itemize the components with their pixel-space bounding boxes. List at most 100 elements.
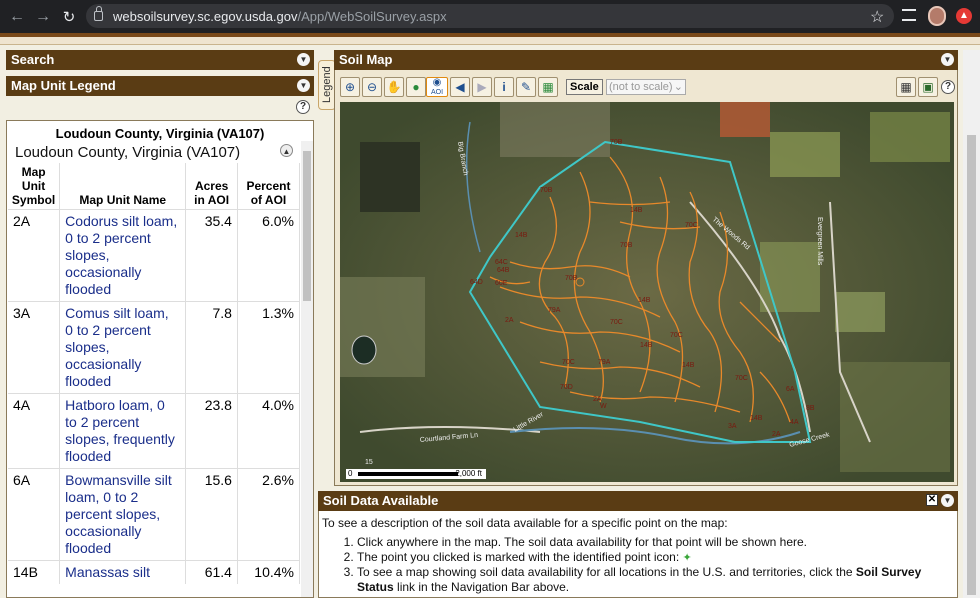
unit-label: 79A <box>598 359 611 366</box>
globe-icon[interactable]: ● <box>406 77 426 97</box>
scrollbar-thumb[interactable] <box>303 151 311 301</box>
unit-label: 60E <box>495 280 508 287</box>
table-row: 4A Hatboro loam, 0 to 2 percent slopes, … <box>8 393 301 469</box>
sda-step-3-text-b: link in the Navigation Bar above. <box>397 580 570 594</box>
scale-select[interactable]: (not to scale) ⌄ <box>606 79 686 95</box>
unit-label: 8B <box>806 405 815 412</box>
table-row: 14B Manassas silt 61.4 10.4% <box>8 560 301 584</box>
unit-percent: 4.0% <box>237 393 301 469</box>
soil-map-canvas[interactable]: 70B 70B 14B 70C 70B 14B 64C 64B 60E 64D … <box>340 102 954 482</box>
aoi-tool[interactable]: ◉ AOI <box>426 77 448 97</box>
unit-name-link[interactable]: Bowmansville silt loam, 0 to 2 percent s… <box>59 468 187 561</box>
bookmark-star-icon[interactable]: ☆ <box>870 7 884 27</box>
sda-step-1: Click anywhere in the map. The soil data… <box>357 535 952 550</box>
unit-label: 64C <box>495 259 508 266</box>
reload-icon[interactable]: ↻ <box>56 8 82 26</box>
unit-symbol: 4A <box>8 393 61 469</box>
unit-symbol: 3A <box>8 301 61 394</box>
unit-label: 14B <box>515 232 528 239</box>
scalebar-bar <box>358 472 458 476</box>
zoom-in-icon[interactable]: ⊕ <box>340 77 360 97</box>
column-header: Acres in AOI <box>185 163 238 210</box>
back-arrow-icon[interactable]: ◀ <box>450 77 470 97</box>
unit-symbol: 14B <box>8 560 61 584</box>
info-icon[interactable]: i <box>494 77 514 97</box>
scalebar-end: 2,000 ft <box>455 469 482 478</box>
extension-icon[interactable]: ▲ <box>956 8 972 24</box>
unit-label: 70C <box>685 222 698 229</box>
unit-acres: 61.4 <box>185 560 238 584</box>
unit-name-link[interactable]: Codorus silt loam, 0 to 2 percent slopes… <box>59 209 187 302</box>
unit-label: 2A <box>505 317 514 324</box>
county-subheader[interactable]: Loudoun County, Virginia (VA107) ▲ <box>7 141 313 163</box>
playlist-icon[interactable] <box>902 9 916 21</box>
table-row: 2A Codorus silt loam, 0 to 2 percent slo… <box>8 209 301 302</box>
column-header: Map Unit Name <box>59 163 187 210</box>
search-header-label: Search <box>11 52 55 67</box>
profile-avatar[interactable] <box>928 6 946 26</box>
forward-arrow-icon[interactable]: → <box>30 8 56 26</box>
unit-label: 70C <box>670 332 683 339</box>
unit-acres: 15.6 <box>185 468 238 561</box>
back-arrow-icon[interactable]: ← <box>4 8 30 26</box>
unit-name-link[interactable]: Hatboro loam, 0 to 2 percent slopes, fre… <box>59 393 187 469</box>
road-label: Evergreen Mills <box>816 217 823 266</box>
unit-label: 64D <box>470 279 483 286</box>
forward-arrow-icon[interactable]: ▶ <box>472 77 492 97</box>
grid-view-icon[interactable]: ▦ <box>896 77 916 97</box>
pan-hand-icon[interactable]: ✋ <box>384 77 404 97</box>
chevron-down-icon: ⌄ <box>673 81 683 93</box>
help-icon[interactable]: ? <box>296 100 310 114</box>
soil-map-header[interactable]: Soil Map ▼ <box>334 50 958 70</box>
close-icon[interactable]: ✕ <box>926 494 938 506</box>
scale-button[interactable]: Scale <box>566 79 603 95</box>
legend-scrollbar[interactable] <box>301 141 313 597</box>
unit-label: 14B <box>638 297 651 304</box>
chevron-down-icon[interactable]: ▼ <box>297 79 310 92</box>
unit-symbol: 6A <box>8 468 61 561</box>
unit-label: 14B <box>682 362 695 369</box>
county-subtitle: Loudoun County, Virginia (VA107) <box>15 144 241 161</box>
unit-label: W <box>600 403 607 410</box>
unit-label: 6A <box>786 386 795 393</box>
unit-label: 76D <box>560 384 573 391</box>
unit-label: 79A <box>548 307 561 314</box>
sda-step-3: To see a map showing soil data availabil… <box>357 565 952 595</box>
legend-panel-header[interactable]: Map Unit Legend ▼ <box>6 76 314 96</box>
chevron-down-icon[interactable]: ▼ <box>297 53 310 66</box>
scrollbar-thumb[interactable] <box>967 135 976 595</box>
sda-intro: To see a description of the soil data av… <box>322 516 728 530</box>
printable-map-icon[interactable]: ▣ <box>918 77 938 97</box>
unit-name-link[interactable]: Manassas silt <box>59 560 187 584</box>
help-icon[interactable]: ? <box>941 80 955 94</box>
sda-step-3-text-a: To see a map showing soil data availabil… <box>357 565 853 579</box>
page-scrollbar[interactable] <box>963 50 980 598</box>
scalebar-start: 0 <box>348 469 353 478</box>
layers-icon[interactable]: ▦ <box>538 77 558 97</box>
unit-percent: 1.3% <box>237 301 301 394</box>
aoi-label: AOI <box>430 89 444 96</box>
table-row: 6A Bowmansville silt loam, 0 to 2 percen… <box>8 468 301 561</box>
unit-label: 70C <box>735 375 748 382</box>
map-toolbar: ⊕ ⊖ ✋ ● ◉ AOI ◀ ▶ i ✎ ▦ Scale (not to sca… <box>340 74 955 100</box>
sda-step-2-text: The point you clicked is marked with the… <box>357 550 680 564</box>
chevron-down-icon[interactable]: ▼ <box>941 494 954 507</box>
unit-label: 2A <box>772 431 781 438</box>
chevron-down-icon[interactable]: ▼ <box>941 53 954 66</box>
site-header-strip <box>0 37 980 45</box>
unit-name-link[interactable]: Comus silt loam, 0 to 2 percent slopes, … <box>59 301 187 394</box>
sda-step-2: The point you clicked is marked with the… <box>357 550 952 565</box>
unit-label: 70B <box>540 187 553 194</box>
legend-table: Map Unit Symbol Map Unit Name Acres in A… <box>8 163 301 584</box>
unit-acres: 35.4 <box>185 209 238 302</box>
unit-label: 4A <box>790 419 799 426</box>
measure-icon[interactable]: ✎ <box>516 77 536 97</box>
unit-label: 2A <box>593 396 602 403</box>
map-scalebar: 0 2,000 ft <box>346 469 486 479</box>
search-panel-header[interactable]: Search ▼ <box>6 50 314 70</box>
zoom-out-icon[interactable]: ⊖ <box>362 77 382 97</box>
unit-label: 70C <box>562 359 575 366</box>
soil-data-available-header[interactable]: Soil Data Available ✕ ▼ <box>318 491 958 511</box>
address-bar[interactable]: websoilsurvey.sc.egov.usda.gov/App/WebSo… <box>86 4 894 28</box>
chevron-up-icon[interactable]: ▲ <box>280 144 293 157</box>
